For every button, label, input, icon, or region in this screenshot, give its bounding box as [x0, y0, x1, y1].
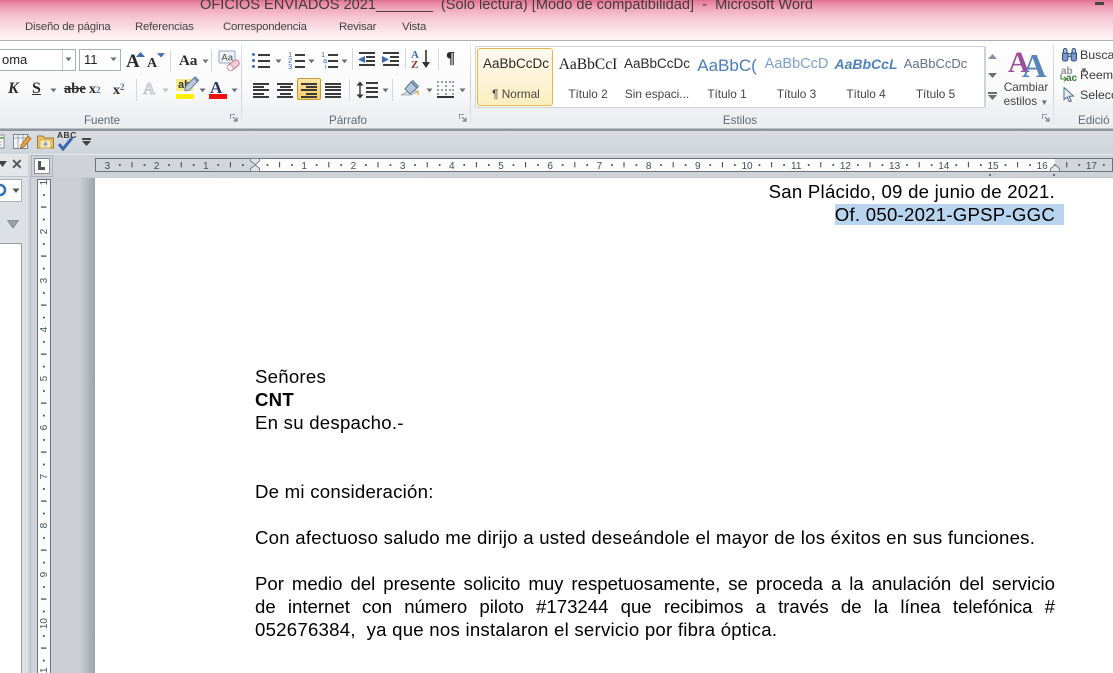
svg-text:1: 1 — [39, 179, 50, 185]
svg-text:10: 10 — [741, 161, 753, 172]
svg-text:1: 1 — [301, 161, 307, 172]
svg-text:4: 4 — [449, 161, 455, 172]
svg-text:15: 15 — [987, 161, 999, 172]
svg-text:11: 11 — [39, 667, 50, 673]
svg-text:1: 1 — [203, 161, 209, 172]
svg-text:2: 2 — [154, 161, 160, 172]
svg-text:9: 9 — [39, 571, 50, 577]
svg-text:2: 2 — [39, 228, 50, 234]
svg-text:16: 16 — [1037, 161, 1049, 172]
svg-text:6: 6 — [39, 424, 50, 430]
svg-text:7: 7 — [39, 473, 50, 479]
svg-text:4: 4 — [39, 326, 50, 332]
svg-text:11: 11 — [791, 161, 802, 172]
svg-text:5: 5 — [498, 161, 504, 172]
svg-text:6: 6 — [547, 161, 553, 172]
svg-text:8: 8 — [646, 161, 652, 172]
svg-text:3: 3 — [39, 277, 50, 283]
svg-text:9: 9 — [695, 161, 701, 172]
svg-text:3: 3 — [105, 161, 111, 172]
svg-text:5: 5 — [39, 375, 50, 381]
svg-text:2: 2 — [351, 161, 357, 172]
svg-text:14: 14 — [938, 161, 950, 172]
svg-text:8: 8 — [39, 522, 50, 528]
svg-text:3: 3 — [400, 161, 406, 172]
svg-text:7: 7 — [597, 161, 603, 172]
svg-text:✳: ✳ — [42, 140, 49, 149]
svg-text:13: 13 — [889, 161, 901, 172]
svg-text:12: 12 — [840, 161, 852, 172]
svg-text:17: 17 — [1086, 161, 1098, 172]
svg-text:10: 10 — [39, 618, 50, 630]
